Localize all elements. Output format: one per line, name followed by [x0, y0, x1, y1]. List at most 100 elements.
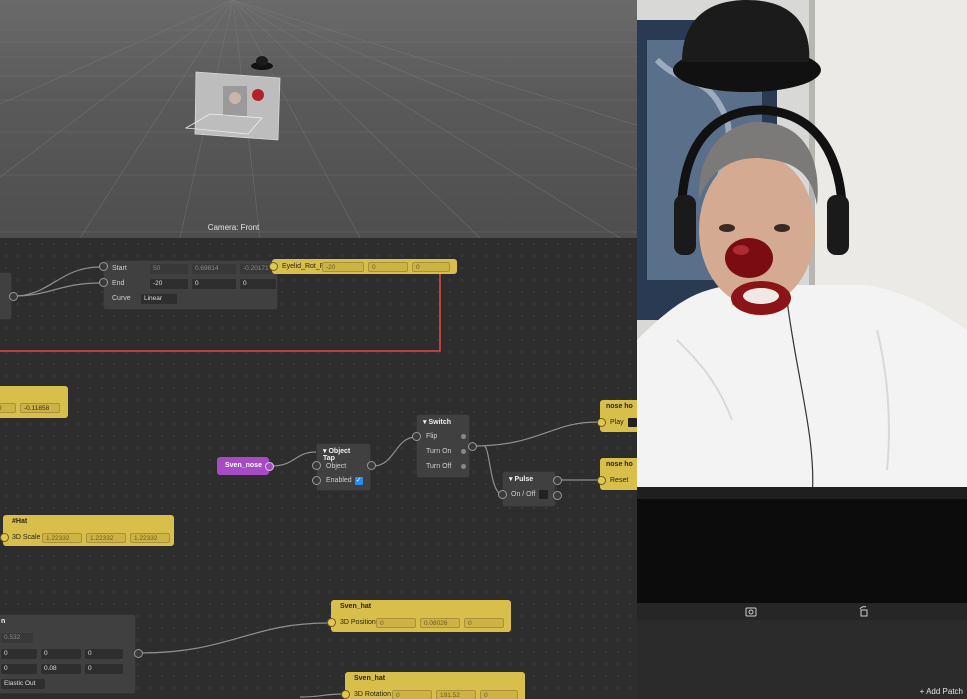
left-partial-node[interactable]: 8 -0.11858: [0, 386, 68, 418]
pulse-input-port[interactable]: [498, 490, 507, 499]
curve-select[interactable]: Linear: [141, 293, 177, 304]
scene-viewport[interactable]: Camera: Front: [0, 0, 637, 238]
switch-output-port[interactable]: [468, 442, 477, 451]
nose-output-port[interactable]: [265, 462, 274, 471]
position-y-field[interactable]: 0.08026: [420, 617, 460, 628]
object-tap-node[interactable]: ▾ Object Tap Object Enabled ✓: [316, 443, 371, 491]
end-y-field[interactable]: 0: [192, 278, 236, 289]
add-patch-button[interactable]: + Add Patch: [916, 685, 967, 699]
switch-node[interactable]: ▾ Switch Flip Turn On Turn Off: [416, 414, 470, 478]
scale-y-field[interactable]: 1.22332: [86, 532, 126, 543]
hat-scale-title: #Hat: [12, 518, 28, 525]
scale-x-field[interactable]: 1.22332: [42, 532, 82, 543]
position-input-port[interactable]: [327, 618, 336, 627]
hat-rotation-title: Sven_hat: [354, 675, 386, 682]
hat-position-node[interactable]: Sven_hat 3D Position 0 0.08026 0: [331, 600, 511, 632]
flip-input-port[interactable]: [412, 432, 421, 441]
end-z-field[interactable]: 0: [240, 278, 276, 289]
eyelid-z-field[interactable]: 0: [412, 261, 450, 272]
nose-reset-title: nose ho: [606, 461, 633, 468]
flip-indicator: [461, 434, 466, 439]
object-tap-output-port[interactable]: [367, 461, 376, 470]
enabled-label: Enabled: [326, 477, 352, 484]
play-toggle[interactable]: [627, 418, 637, 427]
curve-label: Curve: [112, 295, 131, 302]
turn-off-indicator: [461, 464, 466, 469]
pulse-output-port-1[interactable]: [553, 476, 562, 485]
turn-off-label: Turn Off: [426, 463, 452, 470]
rotation-z-field[interactable]: 0: [480, 689, 518, 699]
start-y-field[interactable]: 0.69814: [192, 263, 236, 274]
partial-value-2[interactable]: -0.11858: [20, 402, 60, 413]
on-off-label: On / Off: [511, 491, 536, 498]
on-off-toggle[interactable]: [539, 490, 549, 499]
rotation-label: 3D Rotation: [354, 691, 391, 698]
pulse-title: ▾ Pulse: [509, 476, 534, 483]
nose-play-title: nose ho: [606, 403, 633, 410]
rotation-y-field[interactable]: 191.52: [436, 689, 476, 699]
preview-image: [637, 0, 967, 603]
bottom-left-node[interactable]: n 0.532 0 0 0 0 0.08 0 Elastic Out: [0, 614, 136, 694]
bl-row1-z[interactable]: 0: [85, 648, 123, 659]
stub-output-port[interactable]: [9, 292, 18, 301]
position-x-field[interactable]: 0: [376, 617, 416, 628]
rotation-x-field[interactable]: 0: [392, 689, 432, 699]
add-patch-label: Add Patch: [926, 687, 963, 696]
scene-objects: [184, 56, 281, 141]
grid-floor: [0, 0, 637, 238]
play-input-port[interactable]: [597, 418, 606, 427]
flip-label: Flip: [426, 433, 438, 440]
sven-nose-node[interactable]: Sven_nose: [217, 457, 269, 475]
eyelid-x-field[interactable]: -20: [322, 261, 364, 272]
hat-scale-node[interactable]: #Hat 3D Scale 1.22332 1.22332 1.22332: [3, 515, 174, 546]
sven-nose-label: Sven_nose: [225, 462, 262, 469]
enabled-input-port[interactable]: [312, 476, 321, 485]
object-label: Object: [326, 463, 347, 470]
animation-node[interactable]: Start 50 0.69814 -0.20171 End -20 0 0 Cu…: [103, 260, 278, 310]
preview-toolbar: [637, 603, 967, 620]
nose-reset-node[interactable]: nose ho Reset: [600, 458, 637, 490]
eyelid-input-port[interactable]: [269, 262, 278, 271]
partial-value-1[interactable]: 8: [0, 402, 16, 413]
turn-on-label: Turn On: [426, 448, 452, 455]
reset-label: Reset: [610, 477, 629, 484]
easing-select[interactable]: Elastic Out: [1, 678, 45, 689]
camera-label: Camera: Front: [207, 223, 260, 232]
bl-row1-x[interactable]: 0: [1, 648, 37, 659]
rotate-icon[interactable]: [858, 606, 870, 617]
pulse-node[interactable]: ▾ Pulse On / Off: [502, 471, 556, 507]
turn-on-indicator: [461, 449, 466, 454]
bl-first-field[interactable]: 0.532: [1, 632, 33, 643]
bottom-left-output-port[interactable]: [134, 649, 143, 658]
scale-z-field[interactable]: 1.22332: [130, 532, 170, 543]
scale-label: 3D Scale: [12, 534, 41, 541]
object-input-port[interactable]: [312, 461, 321, 470]
enabled-checkbox[interactable]: ✓: [354, 476, 363, 485]
rotation-input-port[interactable]: [341, 690, 350, 699]
add-icon: +: [919, 687, 925, 696]
hat-position-title: Sven_hat: [340, 603, 372, 610]
nose-play-node[interactable]: nose ho Play: [600, 400, 637, 432]
eyelid-rotation-node[interactable]: Eyelid_Rot_R -20 0 0: [272, 259, 457, 274]
position-label: 3D Position: [340, 619, 376, 626]
bl-row1-y[interactable]: 0: [41, 648, 81, 659]
switch-title: ▾ Switch: [423, 419, 452, 426]
scale-input-port[interactable]: [0, 533, 9, 542]
bottom-left-title: n: [1, 618, 6, 625]
bl-row2-x[interactable]: 0: [1, 663, 37, 674]
pulse-output-port-2[interactable]: [553, 491, 562, 500]
end-x-field[interactable]: -20: [150, 278, 188, 289]
end-label: End: [112, 280, 125, 287]
reset-input-port[interactable]: [597, 476, 606, 485]
end-input-port[interactable]: [99, 278, 108, 287]
eyelid-label: Eyelid_Rot_R: [282, 263, 325, 270]
bl-row2-y[interactable]: 0.08: [41, 663, 81, 674]
patch-editor[interactable]: Start 50 0.69814 -0.20171 End -20 0 0 Cu…: [0, 238, 637, 699]
eyelid-y-field[interactable]: 0: [368, 261, 408, 272]
start-x-field[interactable]: 50: [150, 263, 188, 274]
bl-row2-z[interactable]: 0: [85, 663, 123, 674]
capture-icon[interactable]: [745, 606, 757, 617]
start-input-port[interactable]: [99, 262, 108, 271]
position-z-field[interactable]: 0: [464, 617, 504, 628]
hat-rotation-node[interactable]: Sven_hat 3D Rotation 0 191.52 0: [345, 672, 525, 699]
